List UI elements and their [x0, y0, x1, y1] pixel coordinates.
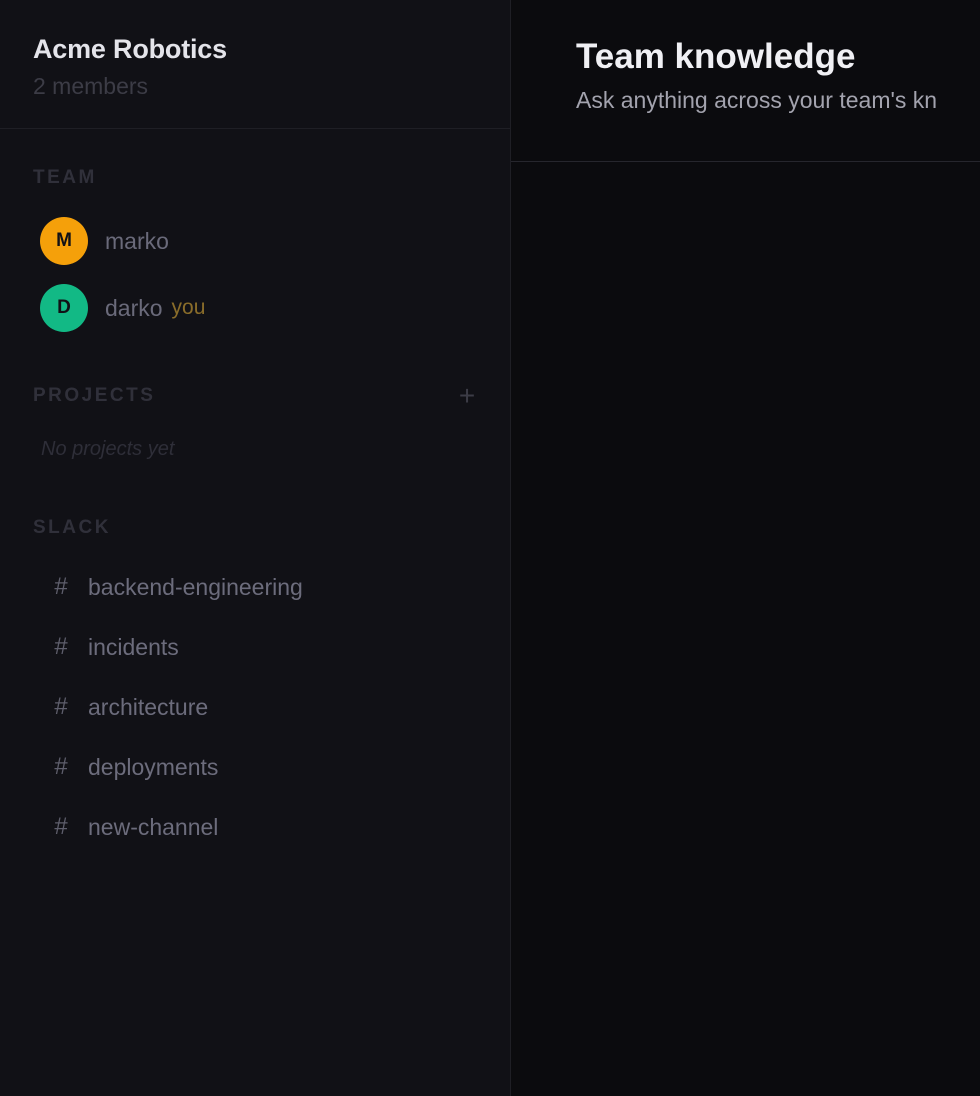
- channel-name: architecture: [88, 693, 209, 720]
- channel-item-deployments[interactable]: # deployments: [50, 749, 218, 785]
- app-window: Acme Robotics 2 members TEAM M marko D d…: [0, 0, 980, 1096]
- channel-name: new-channel: [88, 813, 219, 840]
- channel-item-architecture[interactable]: # architecture: [50, 689, 208, 725]
- page-subtitle: Ask anything across your team's kn: [576, 87, 938, 113]
- team-name: Acme Robotics: [33, 34, 227, 64]
- channel-name: deployments: [88, 753, 219, 780]
- channel-name: incidents: [88, 633, 179, 660]
- member-count: 2 members: [33, 73, 149, 99]
- channel-item-new-channel[interactable]: # new-channel: [50, 809, 218, 845]
- hash-icon: #: [54, 633, 68, 660]
- hash-icon: #: [54, 573, 68, 600]
- team-header[interactable]: Acme Robotics 2 members: [0, 0, 510, 129]
- channel-name: backend-engineering: [88, 573, 303, 600]
- sidebar: Acme Robotics 2 members TEAM M marko D d…: [0, 0, 511, 1096]
- section-label-slack: SLACK: [33, 517, 111, 538]
- hash-icon: #: [54, 753, 68, 780]
- you-badge: you: [171, 296, 206, 319]
- hash-icon: #: [54, 813, 68, 840]
- member-item-marko[interactable]: M marko: [40, 217, 169, 265]
- section-label-team: TEAM: [33, 167, 97, 188]
- avatar: M: [40, 217, 88, 265]
- channel-item-backend-engineering[interactable]: # backend-engineering: [50, 569, 303, 605]
- hash-icon: #: [54, 693, 68, 720]
- page-title: Team knowledge: [576, 37, 856, 76]
- member-name: darko: [105, 294, 163, 321]
- member-name: marko: [105, 227, 169, 254]
- channel-item-incidents[interactable]: # incidents: [50, 629, 179, 665]
- avatar: D: [40, 284, 88, 332]
- add-project-button[interactable]: +: [454, 381, 480, 411]
- plus-icon: +: [458, 380, 476, 411]
- member-item-darko[interactable]: D darko you: [40, 284, 205, 332]
- main-header: Team knowledge Ask anything across your …: [511, 0, 980, 162]
- main-panel: Team knowledge Ask anything across your …: [511, 0, 980, 1096]
- section-label-projects: PROJECTS: [33, 385, 156, 406]
- projects-empty-state: No projects yet: [41, 438, 175, 460]
